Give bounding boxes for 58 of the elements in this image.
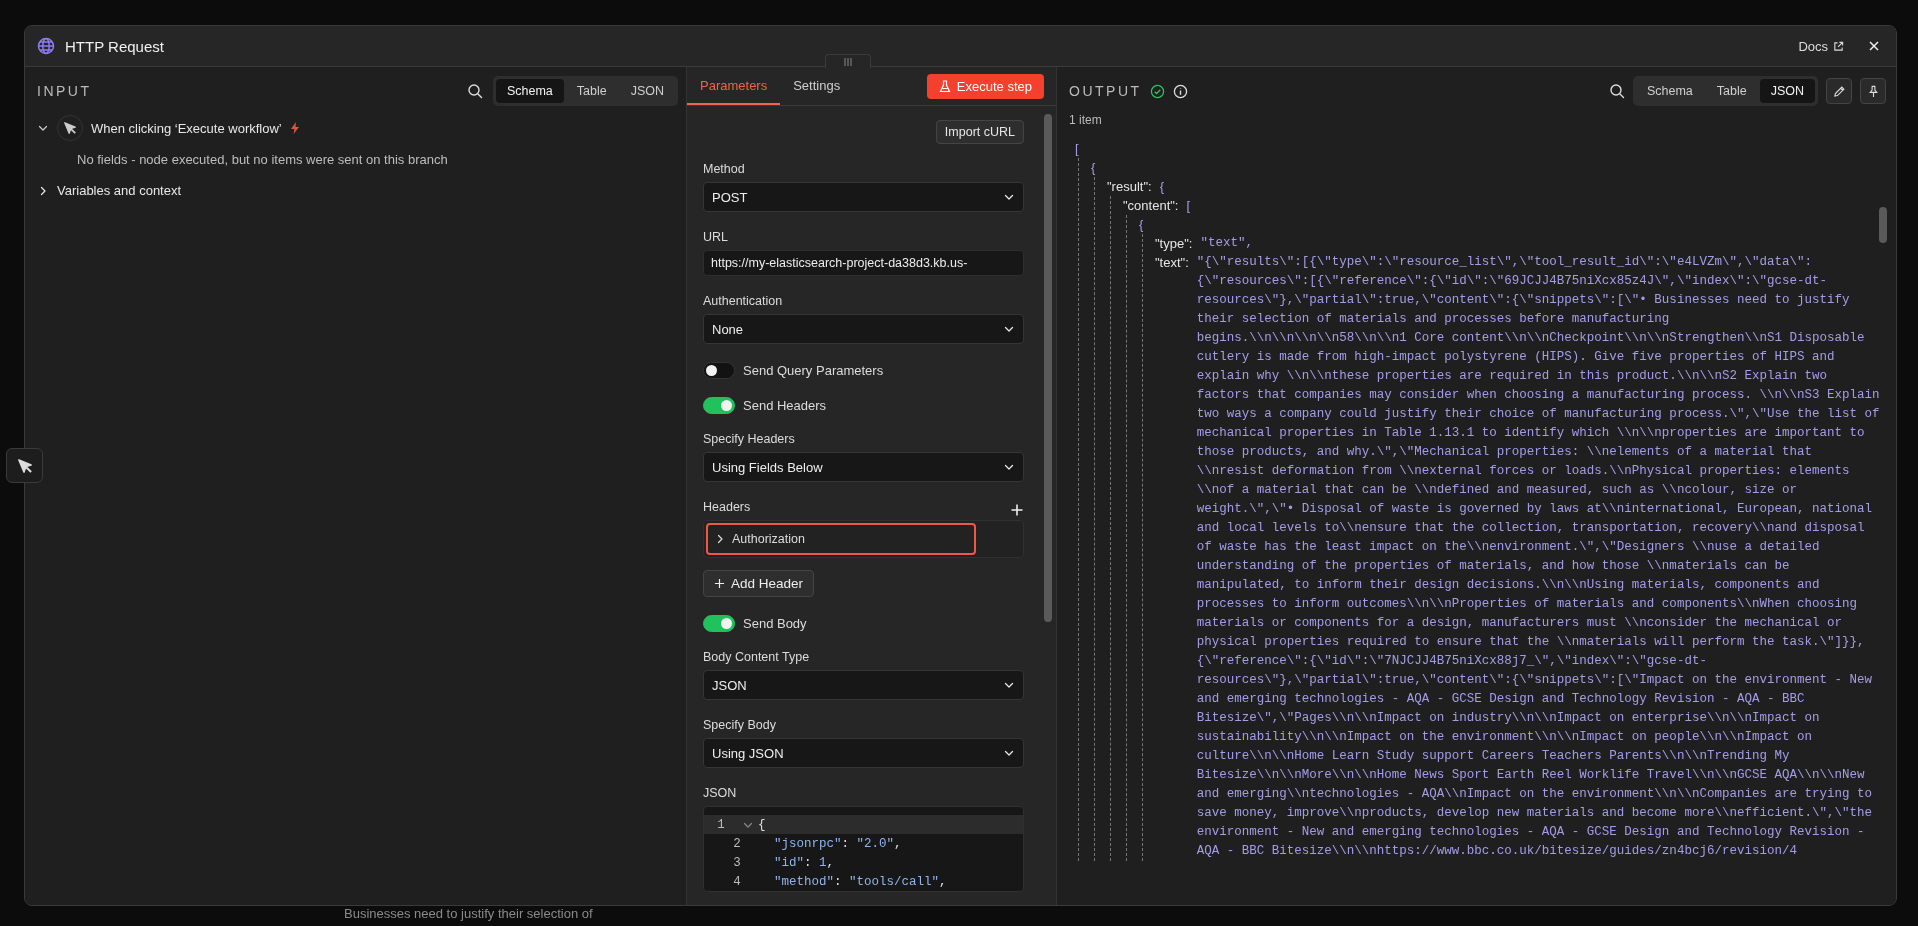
field-label: Method [703, 162, 746, 176]
line-number: 4 [732, 874, 742, 889]
code-line: "method": "tools/call", [774, 874, 947, 889]
dropdown[interactable]: JSON [703, 670, 1024, 700]
field-label: Specify Body [703, 718, 777, 732]
line-number: 3 [732, 855, 742, 870]
json-key: "text": [1155, 253, 1189, 861]
field-label: Headers [703, 500, 751, 514]
toggle-label: Send Body [743, 616, 807, 631]
json-string-value: "text", [1200, 235, 1254, 252]
import-curl-button[interactable]: Import cURL [935, 120, 1024, 144]
canvas-note-text: Businesses need to justify their selection of [344, 906, 593, 921]
panel-tab[interactable]: Parameters [687, 67, 781, 105]
json-bracket: { [1139, 216, 1145, 234]
code-line: "jsonrpc": "2.0", [774, 836, 902, 851]
add-header-button[interactable]: Add Header [703, 570, 815, 597]
field-label: Body Content Type [703, 650, 811, 664]
json-bracket: [ [1186, 197, 1192, 215]
field-label: Specify Headers [703, 432, 796, 446]
view-tab[interactable]: Table [1705, 79, 1758, 103]
json-key: "content": [1123, 196, 1179, 215]
code-line: "id": 1, [774, 855, 835, 870]
panel-tab[interactable]: Settings [780, 67, 854, 105]
dropdown[interactable]: POST [703, 182, 1024, 212]
variables-row[interactable]: Variables and context [25, 179, 194, 202]
view-tab[interactable]: Table [565, 79, 618, 103]
line-number: 2 [732, 836, 742, 851]
view-tab[interactable]: JSON [1759, 79, 1815, 103]
field-label: Authentication [703, 294, 784, 308]
dropdown[interactable]: Using JSON [703, 738, 1024, 768]
json-key: "result": [1107, 177, 1152, 196]
view-tab[interactable]: Schema [1635, 79, 1704, 103]
panel-title: INPUT [37, 83, 92, 99]
toggle-label: Send Headers [743, 398, 827, 413]
view-tab[interactable]: Schema [495, 79, 564, 103]
json-key: "type": [1155, 234, 1193, 253]
execute-step-button[interactable]: Execute step [926, 73, 1044, 99]
toggle-label: Send Query Parameters [743, 363, 884, 378]
field-label: URL [703, 230, 729, 244]
dialog-title: HTTP Request [65, 37, 164, 55]
dropdown[interactable]: None [703, 314, 1024, 344]
json-bracket: [ [1075, 140, 1080, 158]
header-item[interactable]: Authorization [706, 523, 976, 555]
input-field[interactable]: https://my-elasticsearch-project-da38d3.kb.us- [703, 250, 1024, 276]
view-tab[interactable]: JSON [619, 79, 675, 103]
panel-title: OUTPUT [1069, 83, 1142, 99]
line-number: 1 [716, 817, 726, 832]
code-line: { [758, 817, 766, 832]
json-string-value: "{\"results\":[{\"type\":\"resource_list\",\"tool_result_id\":\"e4LVZm\",\"data\":{\"resources\":[{\"reference\":{\"id\":\"69JCJJ4B75niXcx85z4J\",\"index\":\"gcse-dt-resources\"},\"partial\":true,\"content\":{\"snippets\":[\"• Businesses need to justify their selection of materials and processes before manufacturing begins.\\n\\n\\n\\n58\\n\\n1 Core content\\n\\nCheckpoint\\n\\nStrengthen\\nS1 Disposable cutlery is made from high-impact polystyrene (HIPS). Give five properties of HIPS and explain why \\n\\nthese properties are required in this product.\\n\\nS2 Explain two factors that companies may consider when choosing a manufacturing process. \\n\\nS3 Explain two ways a company could justify their choice of manufacturing process.\",\"Use the list of mechanical properties in Table 1.13.1 to identify which \\n\\nproperties are important to those products, and why.\",\"Mechanical properties: \\nelements of a material that \\nresist deformation from \\nexternal forces or loads.\\nPhysical properties: elements \\nof a material that can be \\ndefined and measured, such as \\ncolour, size or weight.\",\"• Disposal of waste is governed by laws at\\ninternational, European, national and local levels to\\nensure that the collection, transportation, recovery\\nand disposal of waste has the least impact on the\\nenvironment.\",\"Designers \\nuse a detailed understanding of the properties of materials, and how those \\nmaterials can be manipulated, to inform their design decisions.\\n\\nUsing materials, components and processes to inform outcomes\\n\\nProperties of materials and components\\nWhen choosing materials or components for a design, manufacturers must \\nconsider the mechanical or physical properties required to ensure that the \\nmaterials will perform the task.\"]}},{\"reference\":{\"id\":\"7NJCJJ4B75niXcx88j7_\",\"index\":\"gcse-dt-resources\"},\"partial\":true,\"content\":{\"snippets\":[\"Impact on the environment - New and emerging technologies - AQA - GCSE Design and Technology Revision - AQA - BBC Bitesize\",\"Pages\\n\\nImpact on industry\\n\\nImpact on enterprise\\n\\nImpact on sustainability\\n\\nImpact on the environment\\n\\nImpact on people\\n\\nImpact on culture\\n\\nHome Learn Study support Careers Teachers Parents\\n\\nTrending My Bitesize\\n\\nMore\\n\\nHome News Sport Earth Reel Worklife Travel\\n\\nGCSE AQA\\n\\nNew and emerging\\ntechnologies - AQA\\nImpact on the environment\\n\\nCompanies are trying to save money, improve\\nproducts, develop new materials and become more\\nefficient.\",\"the environment - New and emerging technologies - AQA - GCSE Design and Technology Revision - AQA - BBC Bitesize\\n\\nhttps://www.bbc.co.uk/bitesize/guides/zn4bcj6/revision/4 [1196, 254, 1881, 860]
empty-message: No fields - node executed, but no items were sent on this branch [76, 151, 449, 169]
docs-link[interactable]: Docs [1798, 38, 1844, 54]
field-label: JSON [703, 786, 738, 800]
code-editor[interactable]: 1 { 2 "jsonrpc": "2.0", 3 "id": 1, 4 "method": "tools/call", [703, 806, 1024, 892]
trigger-name[interactable]: When clicking ‘Execute workflow’ [91, 120, 282, 136]
json-bracket: { [1091, 159, 1097, 177]
dropdown[interactable]: Using Fields Below [703, 452, 1024, 482]
json-bracket: { [1159, 178, 1165, 196]
item-count: 1 item [1068, 112, 1103, 129]
